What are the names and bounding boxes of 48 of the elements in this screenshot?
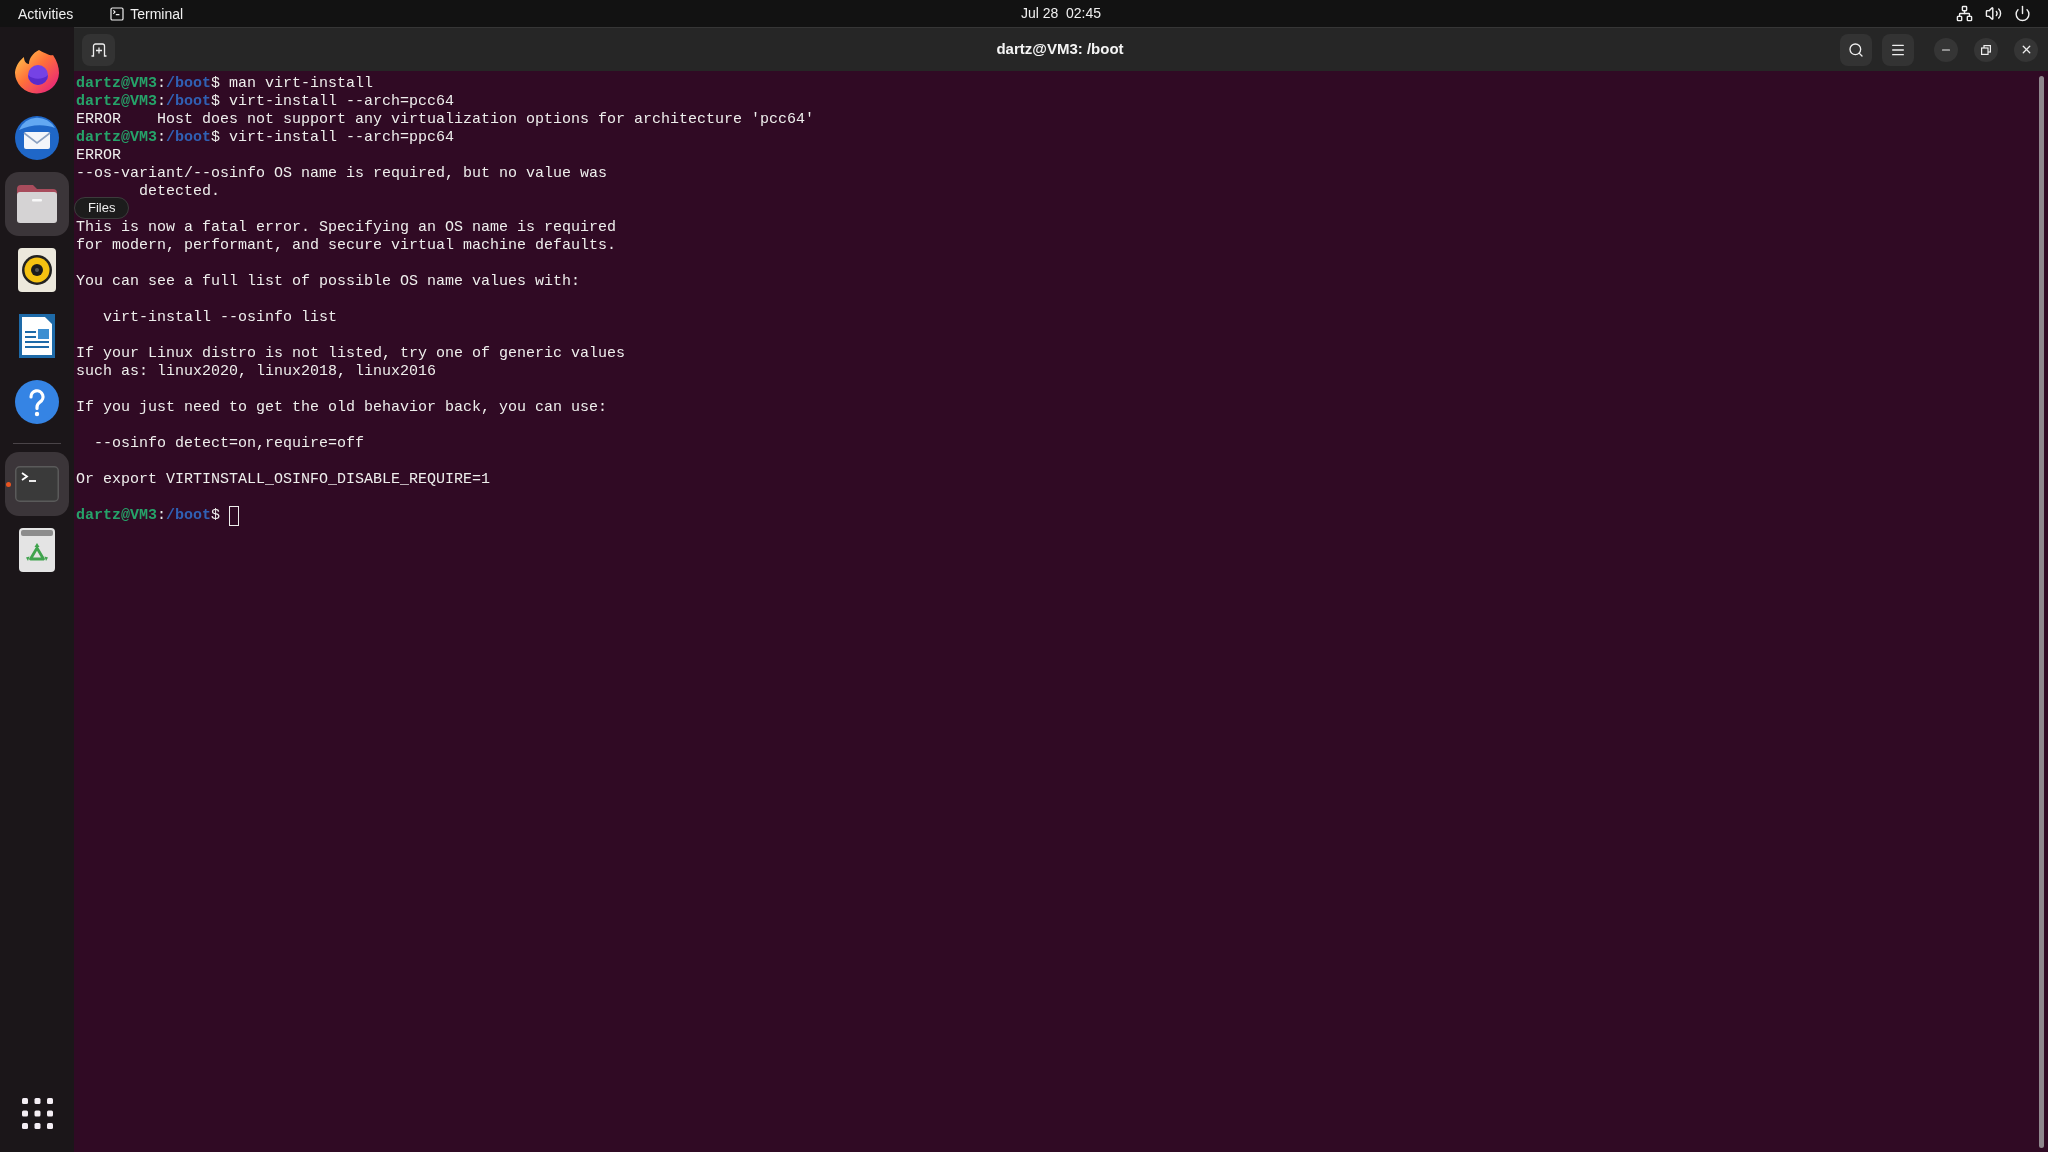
close-button[interactable] <box>2014 37 2038 62</box>
help-icon[interactable] <box>15 380 59 424</box>
output-line: ERROR <box>76 147 121 165</box>
output-line: If your Linux distro is not listed, try one of generic values <box>76 345 626 363</box>
document-icon[interactable] <box>19 314 55 358</box>
volume-icon[interactable] <box>1985 5 2002 22</box>
app-menu[interactable]: Terminal <box>109 3 184 24</box>
output-line: detected. <box>139 183 221 201</box>
output-line: such as: linux2020, linux2018, linux2016 <box>76 363 437 381</box>
shell-prompt: dartz@VM3:/boot$ <box>76 75 221 93</box>
minimize-button[interactable] <box>1934 37 1958 62</box>
search-icon <box>1848 41 1864 58</box>
window-title: dartz@VM3: /boot <box>996 39 1124 60</box>
terminal-icon <box>109 5 126 22</box>
output-line: virt-install --osinfo list <box>103 309 338 327</box>
tooltip: Files <box>74 197 130 219</box>
command-text: virt-install --arch=pcc64 <box>229 93 455 111</box>
power-icon[interactable] <box>2014 5 2031 22</box>
flame-globe-icon[interactable] <box>15 50 59 94</box>
new-tab-icon <box>90 42 107 57</box>
dock-item[interactable] <box>5 172 69 236</box>
shell-prompt: dartz@VM3:/boot$ <box>76 93 221 111</box>
network-icon[interactable] <box>1956 5 1973 22</box>
command-text: man virt-install <box>229 75 374 93</box>
output-line: If you just need to get the old behavior back, you can use: <box>76 399 608 417</box>
output-line: --os-variant/--osinfo OS name is required, but no value was <box>76 165 608 183</box>
app-grid-icon[interactable] <box>21 1098 53 1129</box>
search-button[interactable] <box>1840 33 1872 66</box>
speaker-icon[interactable] <box>18 248 56 292</box>
activities-button[interactable]: Activities <box>18 3 74 24</box>
shell-prompt: dartz@VM3:/boot$ <box>76 129 221 147</box>
command-text: virt-install --arch=ppc64 <box>229 129 455 147</box>
mail-icon[interactable] <box>15 116 59 160</box>
new-tab-button[interactable] <box>82 33 115 66</box>
folder-icon[interactable] <box>15 184 59 224</box>
clock[interactable]: Jul 28 02:45 <box>1020 3 1102 23</box>
shell-prompt: dartz@VM3:/boot$ <box>76 507 221 525</box>
output-line: for modern, performant, and secure virtual machine defaults. <box>76 237 617 255</box>
restore-icon <box>1981 44 1991 55</box>
output-line: Or export VIRTINSTALL_OSINFO_DISABLE_REQUIRE=1 <box>76 471 491 489</box>
terminal-icon[interactable] <box>15 466 59 502</box>
scrollbar-thumb[interactable] <box>2039 76 2044 1148</box>
output-line: --osinfo detect=on,require=off <box>94 435 365 453</box>
output-line: ERROR Host does not support any virtualization options for architecture 'pcc64' <box>76 111 815 129</box>
output-line: This is now a fatal error. Specifying an OS name is required <box>76 219 617 237</box>
restore-button[interactable] <box>1974 37 1998 62</box>
output-line: You can see a full list of possible OS name values with: <box>76 273 581 291</box>
menu-button[interactable] <box>1882 33 1914 66</box>
